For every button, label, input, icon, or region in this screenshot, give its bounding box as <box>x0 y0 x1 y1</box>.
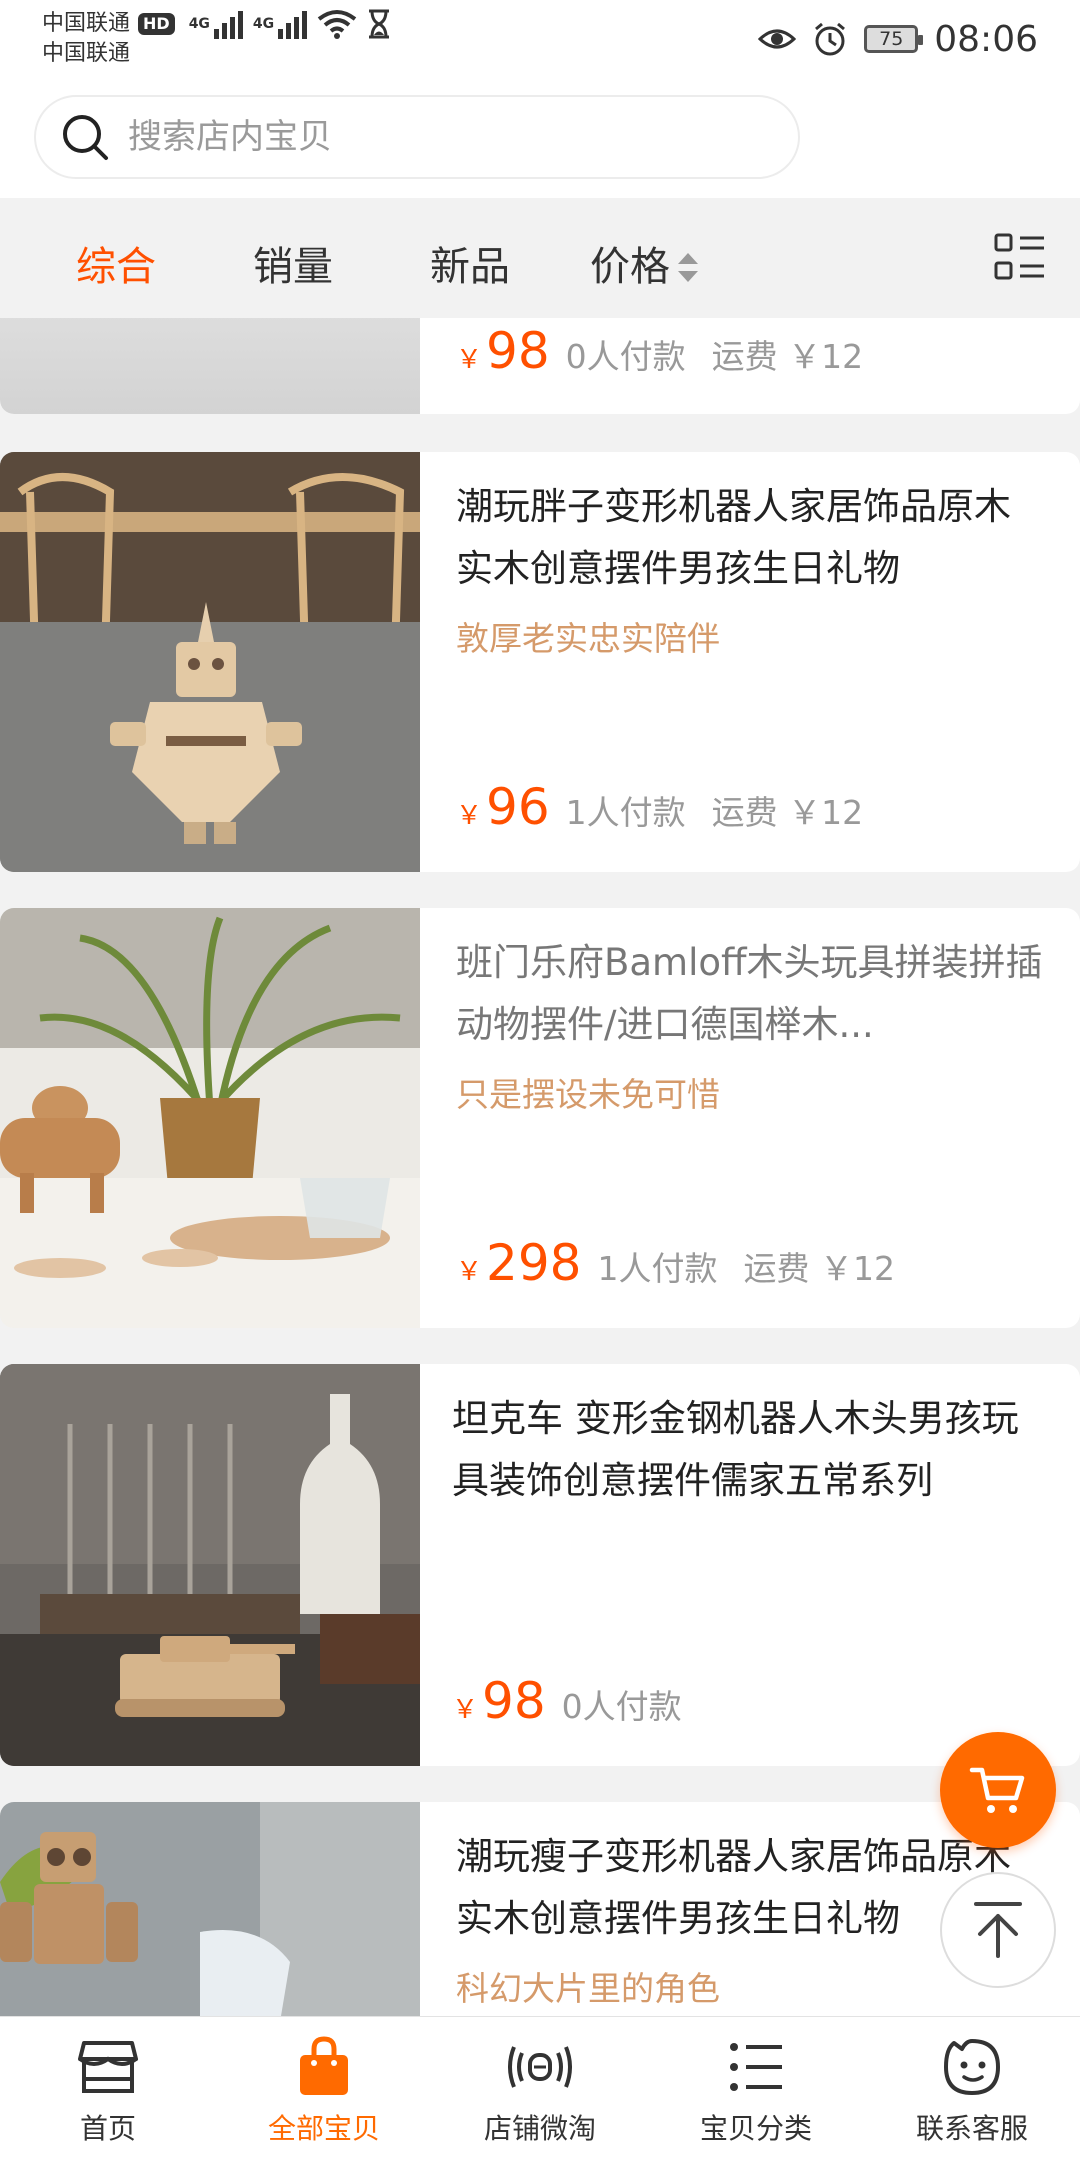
shipping-fee: 运费 ￥12 <box>711 337 864 376</box>
arrow-up-icon <box>974 1902 1022 1958</box>
nav-customer-service[interactable]: 联系客服 <box>864 2017 1080 2160</box>
product-card[interactable]: 潮玩胖子变形机器人家居饰品原木实木创意摆件男孩生日礼物 敦厚老实忠实陪伴 ￥ 9… <box>0 452 1080 872</box>
sort-tab-comprehensive[interactable]: 综合 <box>76 234 156 292</box>
back-to-top-button[interactable] <box>940 1872 1056 1988</box>
product-card[interactable]: ￥ 98 0人付款 运费 ￥12 <box>0 318 1080 414</box>
sort-bar: 综合 销量 新品 价格 <box>0 198 1080 318</box>
search-input[interactable] <box>128 117 728 157</box>
nav-micro-tao[interactable]: 店铺微淘 <box>432 2017 648 2160</box>
nav-categories[interactable]: 宝贝分类 <box>648 2017 864 2160</box>
sort-tab-price-label: 价格 <box>590 244 670 290</box>
shopping-bag-icon <box>300 2036 348 2095</box>
cart-button[interactable] <box>940 1732 1056 1848</box>
product-price: 96 <box>486 778 550 836</box>
nav-all-items-label: 全部宝贝 <box>267 2112 380 2145</box>
signal-indicators: 4G 4G <box>189 9 391 39</box>
wifi-icon <box>317 10 357 39</box>
hourglass-icon <box>369 9 390 39</box>
currency-symbol: ￥ <box>456 345 483 375</box>
network-type-2: 4G <box>252 16 275 32</box>
list-icon <box>730 2043 782 2091</box>
search-bar[interactable] <box>34 95 800 179</box>
carrier-name-2: 中国联通 <box>42 41 131 66</box>
broadcast-icon <box>508 2046 572 2088</box>
nav-home-label: 首页 <box>79 2112 136 2145</box>
sort-tab-sales[interactable]: 销量 <box>253 234 333 292</box>
currency-symbol: ￥ <box>452 1695 479 1725</box>
nav-all-items[interactable]: 全部宝贝 <box>216 2017 432 2160</box>
status-bar: 中国联通 HD 中国联通 4G 4G 75 08:06 <box>0 0 1080 78</box>
sort-tab-new[interactable]: 新品 <box>430 234 510 292</box>
product-tagline: 只是摆设未免可惜 <box>456 1075 720 1114</box>
payers-count: 1人付款 <box>565 793 686 832</box>
sort-tab-price[interactable]: 价格 <box>590 234 698 292</box>
product-price: 98 <box>486 322 550 380</box>
nav-categories-label: 宝贝分类 <box>699 2112 812 2145</box>
product-card[interactable]: 坦克车 变形金钢机器人木头男孩玩具装饰创意摆件儒家五常系列 ￥ 98 0人付款 <box>0 1364 1080 1766</box>
payers-count: 0人付款 <box>565 337 686 376</box>
currency-symbol: ￥ <box>456 1257 483 1287</box>
nav-micro-tao-label: 店铺微淘 <box>483 2112 596 2145</box>
search-icon <box>63 115 108 160</box>
product-title[interactable]: 坦克车 变形金钢机器人木头男孩玩具装饰创意摆件儒家五常系列 <box>452 1388 1046 1512</box>
product-image[interactable] <box>0 908 420 1328</box>
signal-icon <box>213 9 243 39</box>
nav-customer-service-label: 联系客服 <box>915 2112 1028 2145</box>
product-price: 298 <box>486 1234 582 1292</box>
carrier-name-1: 中国联通 <box>42 11 131 36</box>
clock: 08:06 <box>934 18 1038 60</box>
eye-icon <box>758 29 797 49</box>
payers-count: 1人付款 <box>597 1249 718 1288</box>
product-title[interactable]: 潮玩胖子变形机器人家居饰品原木实木创意摆件男孩生日礼物 <box>456 476 1046 600</box>
alarm-icon <box>815 22 846 56</box>
bottom-nav: 首页 全部宝贝 店铺微淘 宝贝分类 联系客服 <box>0 2016 1080 2160</box>
product-list: ￥ 98 0人付款 运费 ￥12 潮玩胖子变形机器人家居饰品原木实木创意摆件男孩… <box>0 318 1080 2018</box>
nav-home[interactable]: 首页 <box>0 2017 216 2160</box>
shipping-fee: 运费 ￥12 <box>743 1249 895 1288</box>
cart-icon <box>969 1767 1025 1813</box>
network-type-1: 4G <box>188 16 210 32</box>
product-price: 98 <box>482 1672 546 1730</box>
product-image[interactable] <box>0 1364 420 1766</box>
store-icon <box>78 2041 138 2093</box>
product-card[interactable]: 潮玩瘦子变形机器人家居饰品原木实木创意摆件男孩生日礼物 科幻大片里的角色 <box>0 1802 1080 2018</box>
currency-symbol: ￥ <box>456 801 483 831</box>
product-card[interactable]: 班门乐府Bamloff木头玩具拼装拼插动物摆件/进口德国榉木... 只是摆设未免… <box>0 908 1080 1328</box>
product-title[interactable]: 班门乐府Bamloff木头玩具拼装拼插动物摆件/进口德国榉木... <box>456 932 1046 1056</box>
list-layout-icon[interactable] <box>994 232 1046 282</box>
search-header <box>0 78 1080 198</box>
product-image[interactable] <box>0 318 420 414</box>
product-image[interactable] <box>0 452 420 872</box>
shipping-fee: 运费 ￥12 <box>711 793 864 832</box>
signal-icon <box>278 9 308 39</box>
payers-count: 0人付款 <box>561 1687 682 1726</box>
sort-arrows-icon <box>676 247 698 291</box>
product-image[interactable] <box>0 1802 420 2018</box>
chat-face-icon <box>944 2039 1000 2095</box>
hd-badge: HD <box>138 13 175 35</box>
carrier-info: 中国联通 HD 中国联通 <box>42 9 175 69</box>
battery-icon: 75 <box>864 25 924 53</box>
product-tagline: 敦厚老实忠实陪伴 <box>456 619 720 658</box>
